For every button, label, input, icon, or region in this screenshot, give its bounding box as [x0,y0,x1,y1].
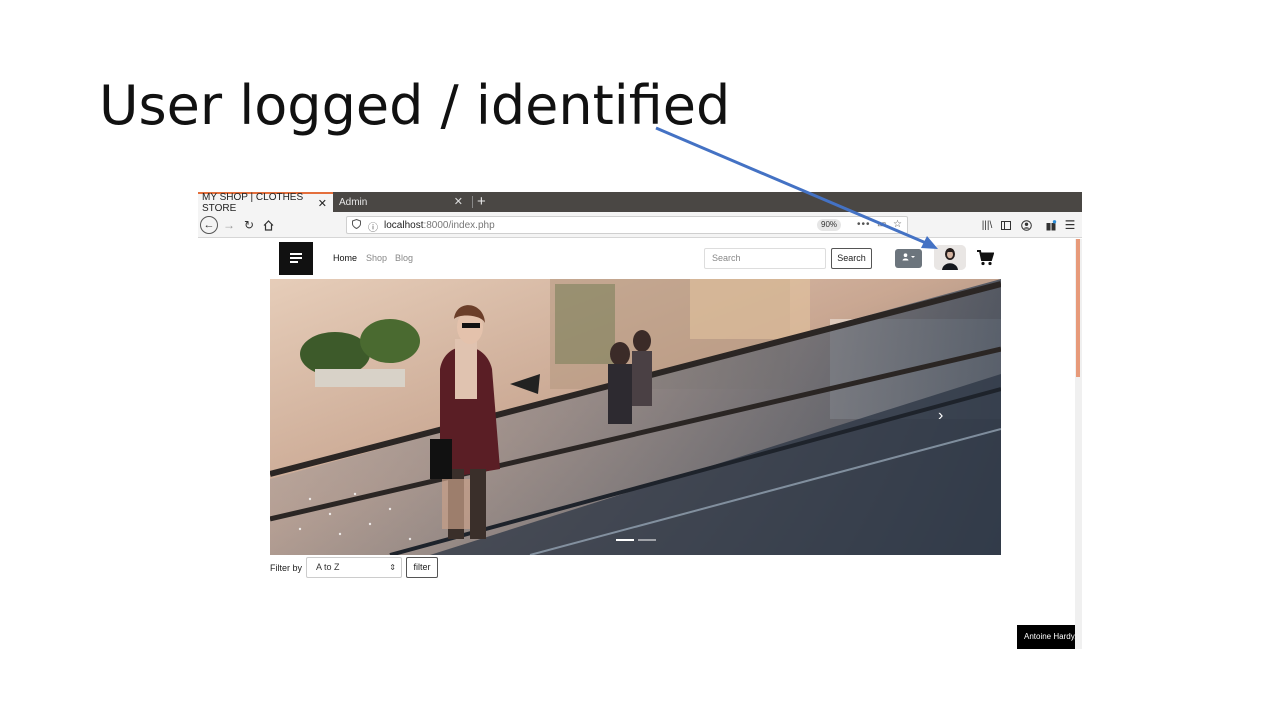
slide: User logged / identified MY SHOP | CLOTH… [0,0,1280,720]
annotation-arrow [655,126,938,249]
